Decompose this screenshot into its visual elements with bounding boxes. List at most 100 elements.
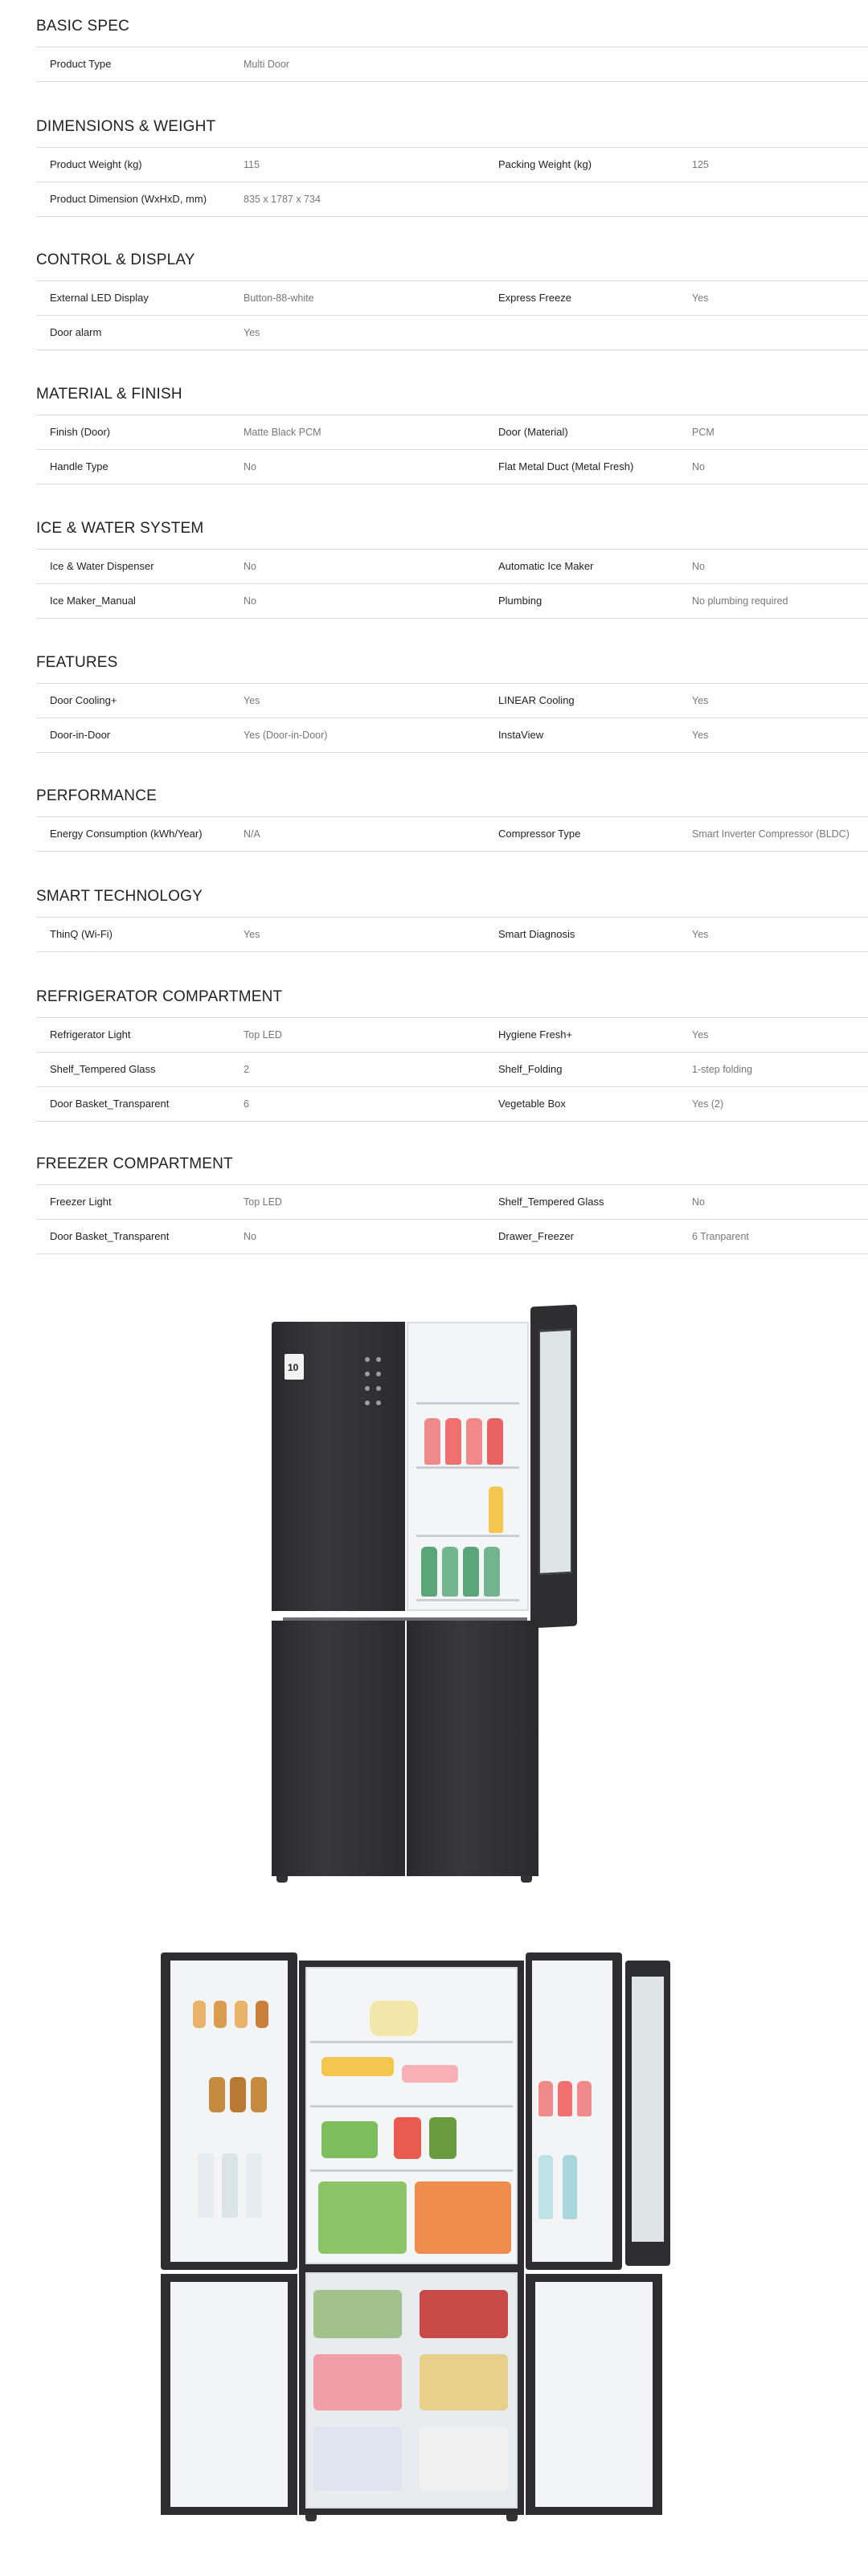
spec-label: Handle Type xyxy=(50,460,108,472)
spec-value: PCM xyxy=(692,427,714,438)
spec-value: N/A xyxy=(244,828,260,840)
spec-label: InstaView xyxy=(498,729,544,741)
section-title: CONTROL & DISPLAY xyxy=(36,251,195,268)
spec-label: Product Dimension (WxHxD, mm) xyxy=(50,193,207,205)
spec-table: Energy Consumption (kWh/Year) N/A Compress… xyxy=(36,816,868,852)
spec-label: Door Basket_Transparent xyxy=(50,1098,170,1110)
section-title: BASIC SPEC xyxy=(36,18,130,35)
spec-table: ThinQ (Wi-Fi) Yes Smart Diagnosis Yes xyxy=(36,917,868,952)
spec-row: External LED Display Button-88-white Expre… xyxy=(36,280,868,315)
spec-value: Yes xyxy=(244,327,260,338)
spec-row: Handle Type No Flat Metal Duct (Metal Fres… xyxy=(36,449,868,485)
spec-label: Automatic Ice Maker xyxy=(498,560,594,572)
spec-value: No xyxy=(692,1196,705,1208)
spec-value: Yes xyxy=(692,1029,709,1041)
spec-label: Shelf_Tempered Glass xyxy=(498,1196,604,1208)
spec-value: Yes (Door-in-Door) xyxy=(244,730,328,741)
lower-left-door xyxy=(272,1621,405,1876)
spec-row: ThinQ (Wi-Fi) Yes Smart Diagnosis Yes xyxy=(36,917,868,952)
lower-left-open-door xyxy=(161,2274,297,2515)
spec-row: Freezer Light Top LED Shelf_Tempered Glass… xyxy=(36,1184,868,1219)
spec-label: Door Cooling+ xyxy=(50,694,117,706)
spec-value: Smart Inverter Compressor (BLDC) xyxy=(692,828,850,840)
spec-label: Flat Metal Duct (Metal Fresh) xyxy=(498,460,634,472)
lower-right-open-door xyxy=(526,2274,662,2515)
spec-label: Energy Consumption (kWh/Year) xyxy=(50,828,203,840)
spec-value: No plumbing required xyxy=(692,595,788,607)
spec-label: Product Weight (kg) xyxy=(50,158,142,170)
section-title: ICE & WATER SYSTEM xyxy=(36,520,204,537)
spec-label: Vegetable Box xyxy=(498,1098,566,1110)
section-title: PERFORMANCE xyxy=(36,787,157,804)
spec-row: Product Dimension (WxHxD, mm) 835 x 1787 … xyxy=(36,182,868,217)
spec-value: Yes xyxy=(692,730,709,741)
spec-row: Product Type Multi Door xyxy=(36,47,868,82)
spec-value: Yes xyxy=(692,292,709,304)
refrigerator-instaview-image: 10 xyxy=(272,1304,593,1888)
lower-right-door xyxy=(407,1621,538,1876)
spec-table: Freezer Light Top LED Shelf_Tempered Glass… xyxy=(36,1184,868,1254)
spec-value: 6 Tranparent xyxy=(692,1231,749,1242)
spec-value: 6 xyxy=(244,1098,249,1110)
spec-value: No xyxy=(692,561,705,572)
spec-value: Yes (2) xyxy=(692,1098,724,1110)
spec-row: Door Basket_Transparent No Drawer_Freezer 6… xyxy=(36,1219,868,1254)
spec-value: No xyxy=(244,561,256,572)
spec-value: Top LED xyxy=(244,1196,282,1208)
spec-label: Smart Diagnosis xyxy=(498,928,575,940)
spec-label: Ice Maker_Manual xyxy=(50,595,136,607)
spec-label: Express Freeze xyxy=(498,292,572,304)
spec-table: Product Type Multi Door xyxy=(36,47,868,82)
spec-label: Product Type xyxy=(50,58,112,70)
spec-table: Product Weight (kg) 115 Packing Weight (kg… xyxy=(36,147,868,217)
section-title: REFRIGERATOR COMPARTMENT xyxy=(36,988,283,1005)
spec-label: External LED Display xyxy=(50,292,149,304)
spec-label: Refrigerator Light xyxy=(50,1028,131,1041)
spec-table: External LED Display Button-88-white Expre… xyxy=(36,280,868,350)
spec-value: Button-88-white xyxy=(244,292,314,304)
spec-value: No xyxy=(692,461,705,472)
spec-row: Door Basket_Transparent 6 Vegetable Box Yes… xyxy=(36,1086,868,1122)
spec-label: Packing Weight (kg) xyxy=(498,158,592,170)
spec-value: 115 xyxy=(244,159,260,170)
spec-label: ThinQ (Wi-Fi) xyxy=(50,928,113,940)
instaview-door xyxy=(530,1304,577,1629)
spec-value: 835 x 1787 x 734 xyxy=(244,194,321,205)
spec-value: Yes xyxy=(244,695,260,706)
spec-table: Door Cooling+ Yes LINEAR Cooling Yes Door-in… xyxy=(36,683,868,753)
spec-label: Hygiene Fresh+ xyxy=(498,1028,573,1041)
spec-value: 2 xyxy=(244,1064,249,1075)
instaview-open-door xyxy=(625,1961,670,2266)
spec-value: No xyxy=(244,595,256,607)
spec-label: Compressor Type xyxy=(498,828,581,840)
spec-label: Ice & Water Dispenser xyxy=(50,560,154,572)
section-title: DIMENSIONS & WEIGHT xyxy=(36,118,216,135)
spec-value: Yes xyxy=(692,695,709,706)
spec-value: Yes xyxy=(692,929,709,940)
spec-value: Matte Black PCM xyxy=(244,427,321,438)
spec-label: Door-in-Door xyxy=(50,729,111,741)
spec-table: Refrigerator Light Top LED Hygiene Fresh+ Y… xyxy=(36,1017,868,1122)
spec-row: Shelf_Tempered Glass 2 Shelf_Folding 1-step… xyxy=(36,1052,868,1086)
refrigerator-open-doors-image xyxy=(161,1944,675,2523)
badge-text: 10 xyxy=(288,1362,299,1373)
spec-label: Shelf_Tempered Glass xyxy=(50,1063,156,1075)
spec-row: Energy Consumption (kWh/Year) N/A Compress… xyxy=(36,816,868,852)
spec-label: Finish (Door) xyxy=(50,426,111,438)
spec-row: Door alarm Yes xyxy=(36,315,868,350)
spec-row: Finish (Door) Matte Black PCM Door (Materi… xyxy=(36,415,868,449)
spec-table: Ice & Water Dispenser No Automatic Ice Mak… xyxy=(36,549,868,619)
section-title: FEATURES xyxy=(36,654,118,671)
spec-value: 125 xyxy=(692,159,709,170)
spec-label: LINEAR Cooling xyxy=(498,694,575,706)
spec-label: Door (Material) xyxy=(498,426,568,438)
lg-badge: 10 xyxy=(285,1354,304,1380)
spec-row: Refrigerator Light Top LED Hygiene Fresh+ Y… xyxy=(36,1017,868,1052)
spec-row: Ice & Water Dispenser No Automatic Ice Mak… xyxy=(36,549,868,583)
spec-value: Multi Door xyxy=(244,59,289,70)
spec-row: Door Cooling+ Yes LINEAR Cooling Yes xyxy=(36,683,868,718)
spec-value: Top LED xyxy=(244,1029,282,1041)
spec-value: Yes xyxy=(244,929,260,940)
section-title: FREEZER COMPARTMENT xyxy=(36,1155,233,1172)
spec-label: Plumbing xyxy=(498,595,542,607)
